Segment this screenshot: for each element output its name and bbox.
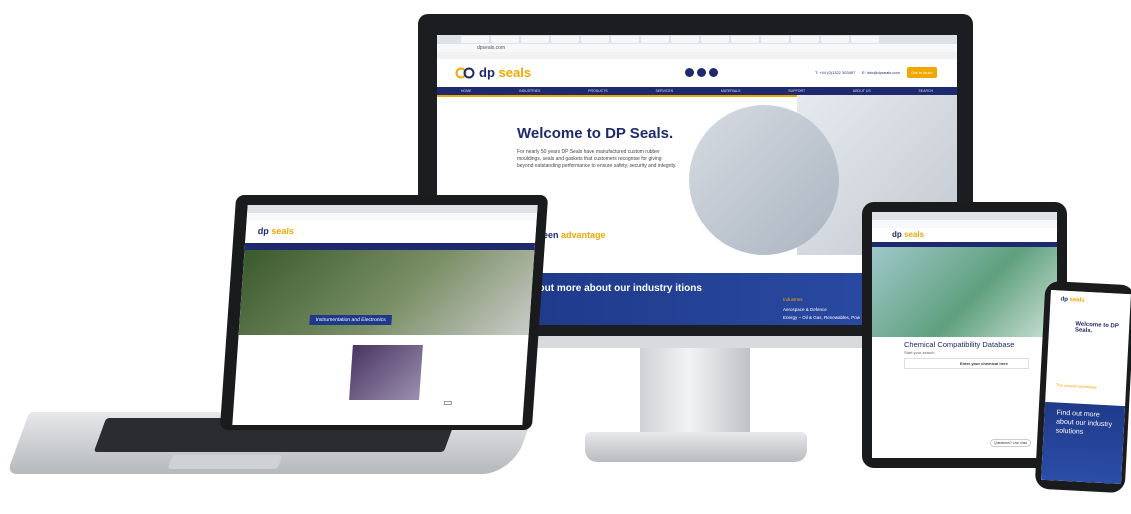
nav-about-us[interactable]: ABOUT US	[853, 89, 871, 93]
monitor-stand	[640, 348, 750, 434]
laptop-trackpad	[167, 455, 283, 469]
tablet-site-header: dp seals	[872, 228, 1057, 242]
nav-materials[interactable]: MATERIALS	[721, 89, 741, 93]
email-link[interactable]: E: info@dpseals.com	[862, 70, 900, 75]
phone-site-header: dp seals	[1050, 290, 1131, 313]
laptop-address-bar[interactable]	[246, 213, 538, 221]
monitor-base	[585, 432, 807, 462]
tablet-address-bar[interactable]	[872, 220, 1057, 228]
phone-screen: dp seals Welcome to DP Seals. The unseen…	[1041, 290, 1131, 484]
intro-text: For nearly 50 years DP Seals have manufa…	[517, 149, 677, 169]
industry-link[interactable]: Energy – Oil & Gas, Renewables, Pow	[783, 314, 860, 322]
bookmarks-bar	[437, 52, 957, 59]
logo-icon	[455, 67, 475, 79]
laptop-browser-tabs[interactable]	[247, 205, 538, 213]
laptop-nav[interactable]	[244, 243, 536, 250]
linkedin-icon[interactable]	[685, 68, 694, 77]
laptop-content-image	[349, 345, 423, 400]
live-chat-button[interactable]: Questions? Live chat	[990, 439, 1031, 447]
facebook-icon[interactable]	[709, 68, 718, 77]
tablet-screen: dp seals Chemical Compatibility Database…	[872, 212, 1057, 458]
laptop-logo[interactable]: dp seals	[258, 226, 295, 236]
get-in-touch-button[interactable]: Get in touch	[907, 67, 937, 78]
laptop-screen: dp seals Instrumentation and Electronics	[232, 205, 538, 425]
laptop-button[interactable]	[443, 401, 452, 405]
phone-logo[interactable]: dp seals	[1060, 297, 1084, 304]
youtube-icon[interactable]	[697, 68, 706, 77]
laptop-hero-caption: Instrumentation and Electronics	[309, 315, 393, 325]
site-logo[interactable]: dp seals	[479, 65, 531, 80]
chemical-db-title: Chemical Compatibility Database	[904, 340, 1015, 349]
industry-band-heading: l out more about our industry itions	[533, 283, 702, 294]
nav-industries[interactable]: INDUSTRIES	[519, 89, 540, 93]
url-text: dpseals.com	[477, 45, 506, 51]
hero-circle-photo	[689, 105, 839, 255]
phone-link[interactable]: T: +44 (0)1322 303497	[815, 70, 855, 75]
nav-products[interactable]: PRODUCTS	[588, 89, 608, 93]
tablet-browser-tabs[interactable]	[872, 212, 1057, 220]
industries-title: Industries	[783, 297, 803, 302]
search-label: Start your search	[904, 350, 935, 355]
phone-band-heading: Find out more about our industry solutio…	[1055, 409, 1113, 436]
nav-support[interactable]: SUPPORT	[788, 89, 805, 93]
tablet-logo[interactable]: dp seals	[892, 230, 924, 239]
browser-tab-strip[interactable]	[437, 35, 957, 44]
phone-welcome: Welcome to DP Seals.	[1074, 321, 1119, 335]
laptop-site-header: dp seals	[245, 221, 537, 243]
address-bar[interactable]: dpseals.com	[437, 44, 957, 52]
nav-home[interactable]: HOME	[461, 89, 472, 93]
nav-search[interactable]: SEARCH	[918, 89, 933, 93]
industry-link[interactable]: Aerospace & Defence	[783, 306, 860, 314]
welcome-heading: Welcome to DP Seals.	[517, 125, 674, 142]
nav-services[interactable]: SERVICES	[656, 89, 674, 93]
site-header: dp seals T: +44 (0)1322 303497 E: info@d…	[437, 59, 957, 88]
phone-tagline: The unseen advantage	[1055, 382, 1098, 390]
main-nav: HOME INDUSTRIES PRODUCTS SERVICES MATERI…	[437, 87, 957, 95]
chemical-search-input[interactable]: Enter your chemical here	[904, 358, 1029, 369]
industries-list: Aerospace & Defence Energy – Oil & Gas, …	[783, 306, 860, 322]
tablet-hero-image	[872, 247, 1057, 337]
